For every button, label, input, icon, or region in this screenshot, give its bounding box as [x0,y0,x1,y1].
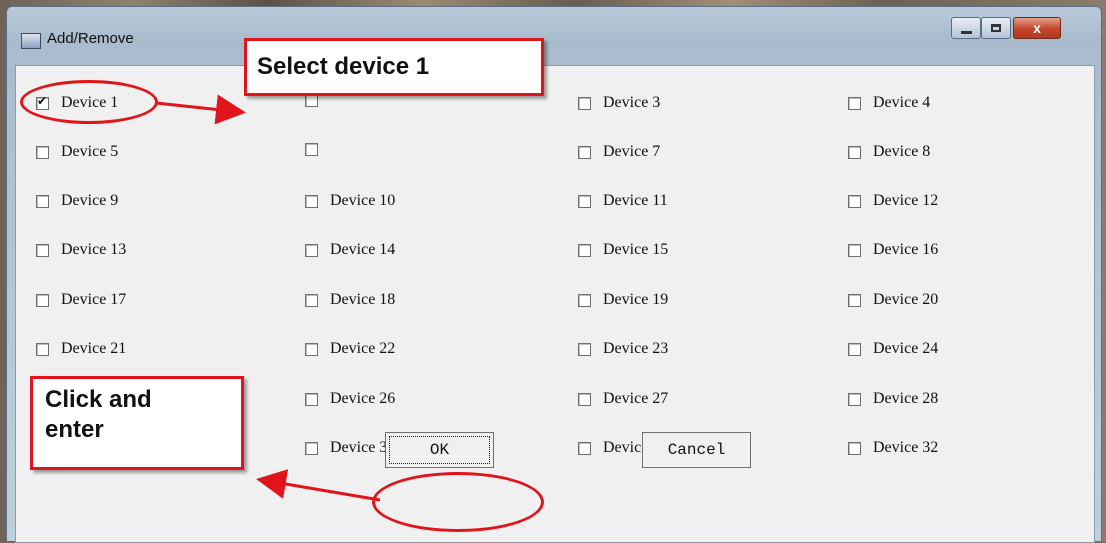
device-label: Device 19 [603,291,669,308]
device-checkbox-9[interactable]: Device 9 [36,192,118,210]
device-checkbox-5[interactable]: Device 5 [36,143,118,161]
device-label: Device 11 [603,192,668,209]
device-checkbox-26[interactable]: Device 26 [305,390,395,408]
title-bar[interactable]: Add/Remove x [7,7,1101,65]
checkbox-box[interactable] [305,441,318,455]
device-checkbox-21[interactable]: Device 21 [36,340,126,358]
device-checkbox-18[interactable]: Device 18 [305,291,395,309]
device-checkbox-16[interactable]: Device 16 [848,241,938,259]
device-checkbox-20[interactable]: Device 20 [848,291,938,309]
device-checkbox-17[interactable]: Device 17 [36,291,126,309]
device-checkbox-12[interactable]: Device 12 [848,192,938,210]
close-button[interactable]: x [1013,17,1061,39]
device-label: Device 8 [873,143,931,160]
checkbox-box[interactable] [305,392,318,406]
device-label: Device 9 [61,192,119,209]
device-label: Device 17 [61,291,127,308]
device-label: Device 22 [330,340,396,357]
device-checkbox-11[interactable]: Device 11 [578,192,668,210]
checkbox-box[interactable] [305,342,318,356]
checkbox-box[interactable] [305,143,318,156]
checkbox-box[interactable] [578,243,591,257]
device-checkbox-19[interactable]: Device 19 [578,291,668,309]
device-label: Device 16 [873,241,939,258]
device-label: Device 27 [603,390,669,407]
device-label: Device 23 [603,340,669,357]
checkbox-box[interactable] [578,145,591,159]
checkbox-box[interactable] [305,194,318,208]
device-checkbox-24[interactable]: Device 24 [848,340,938,358]
highlight-ok-button [372,472,544,532]
callout-select-device: Select device 1 [244,38,544,96]
app-icon [21,33,41,49]
device-checkbox-8[interactable]: Device 8 [848,143,930,161]
device-label: Device 32 [873,439,939,456]
device-label: Device 5 [61,143,119,160]
callout-click-enter: Click and enter [30,376,244,470]
checkbox-box[interactable] [848,243,861,257]
device-checkbox-30[interactable]: Device 30 [305,439,395,457]
device-label: Device 24 [873,340,939,357]
window-title: Add/Remove [47,30,134,47]
checkbox-box[interactable] [305,243,318,257]
device-checkbox-10[interactable]: Device 10 [305,192,395,210]
device-checkbox-27[interactable]: Device 27 [578,390,668,408]
device-label: Device 7 [603,143,661,160]
device-checkbox-7[interactable]: Device 7 [578,143,660,161]
callout-line-1: Click and [45,386,152,413]
ok-button[interactable]: OK [385,432,494,468]
device-checkbox-28[interactable]: Device 28 [848,390,938,408]
checkbox-box[interactable] [848,342,861,356]
cancel-button[interactable]: Cancel [642,432,751,468]
close-icon: x [1033,20,1041,36]
device-checkbox-22[interactable]: Device 22 [305,340,395,358]
maximize-icon [991,24,1001,32]
device-checkbox-14[interactable]: Device 14 [305,241,395,259]
highlight-device-1 [20,80,158,124]
device-label: Device 15 [603,241,669,258]
device-label: Device 10 [330,192,396,209]
device-label: Device 3 [603,94,661,111]
checkbox-box[interactable] [36,243,49,257]
device-checkbox-32[interactable]: Device 32 [848,439,938,457]
checkbox-box[interactable] [848,96,861,110]
device-label: Device 14 [330,241,396,258]
minimize-icon [960,30,972,34]
checkbox-box[interactable] [578,342,591,356]
device-label: Device 18 [330,291,396,308]
checkbox-box[interactable] [578,441,591,455]
device-checkbox-3[interactable]: Device 3 [578,94,660,112]
device-checkbox-15[interactable]: Device 15 [578,241,668,259]
checkbox-box[interactable] [848,441,861,455]
device-label: Device 21 [61,340,127,357]
checkbox-box[interactable] [848,145,861,159]
checkbox-box[interactable] [305,293,318,307]
device-label: Device 26 [330,390,396,407]
checkbox-box[interactable] [36,293,49,307]
checkbox-box[interactable] [36,342,49,356]
device-label: Device 13 [61,241,127,258]
checkbox-box[interactable] [578,392,591,406]
maximize-button[interactable] [981,17,1011,39]
device-checkbox-4[interactable]: Device 4 [848,94,930,112]
checkbox-box[interactable] [848,293,861,307]
device-checkbox-6[interactable] [305,143,330,156]
checkbox-box[interactable] [578,96,591,110]
checkbox-box[interactable] [578,293,591,307]
checkbox-box[interactable] [848,392,861,406]
checkbox-box[interactable] [36,145,49,159]
callout-line-2: enter [45,416,104,443]
device-label: Device 12 [873,192,939,209]
checkbox-box[interactable] [578,194,591,208]
device-label: Device 4 [873,94,931,111]
minimize-button[interactable] [951,17,981,39]
device-checkbox-23[interactable]: Device 23 [578,340,668,358]
device-label: Device 20 [873,291,939,308]
checkbox-box[interactable] [848,194,861,208]
checkbox-box[interactable] [36,194,49,208]
device-label: Device 28 [873,390,939,407]
device-checkbox-13[interactable]: Device 13 [36,241,126,259]
